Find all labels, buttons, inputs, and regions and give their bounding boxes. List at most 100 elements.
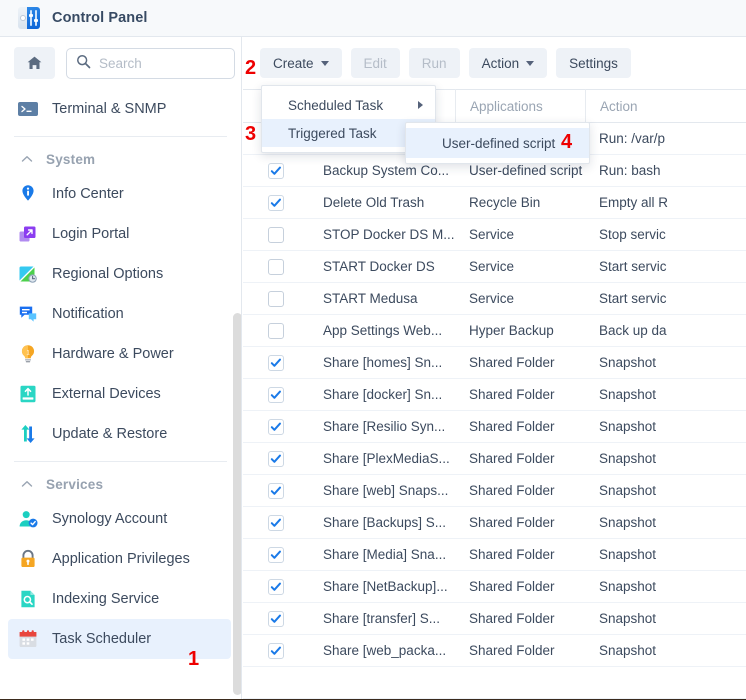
sidebar-item-info-center[interactable]: Info Center bbox=[0, 174, 241, 214]
sidebar-item-label: Task Scheduler bbox=[52, 631, 151, 647]
checkbox-unchecked[interactable] bbox=[268, 227, 284, 243]
checkbox-checked[interactable] bbox=[268, 451, 284, 467]
table-row[interactable]: Share [Media] Sna...Shared FolderSnapsho… bbox=[243, 539, 746, 571]
chevron-up-icon bbox=[20, 477, 34, 491]
table-row[interactable]: Delete Old TrashRecycle BinEmpty all R bbox=[243, 187, 746, 219]
create-button[interactable]: Create bbox=[260, 48, 342, 78]
sidebar-item-terminal-snmp[interactable]: Terminal & SNMP bbox=[0, 89, 241, 129]
settings-button[interactable]: Settings bbox=[556, 48, 631, 78]
cell-task: STOP Docker DS M... bbox=[309, 227, 455, 242]
sidebar-group-system[interactable]: System bbox=[0, 144, 241, 174]
table-row[interactable]: START MedusaServiceStart servic bbox=[243, 283, 746, 315]
sidebar-item-hardware-power[interactable]: 1 Hardware & Power bbox=[0, 334, 241, 374]
edit-button[interactable]: Edit bbox=[351, 48, 400, 78]
table-row[interactable]: App Settings Web...Hyper BackupBack up d… bbox=[243, 315, 746, 347]
table-row[interactable]: Share [Backups] S...Shared FolderSnapsho… bbox=[243, 507, 746, 539]
table-empty-row bbox=[243, 667, 746, 699]
checkbox-checked[interactable] bbox=[268, 195, 284, 211]
cell-application: Shared Folder bbox=[455, 483, 585, 498]
table-row[interactable]: Share [transfer] S...Shared FolderSnapsh… bbox=[243, 603, 746, 635]
row-checkbox-cell bbox=[243, 227, 309, 243]
sidebar-item-notification[interactable]: Notification bbox=[0, 294, 241, 334]
sidebar-group-services[interactable]: Services bbox=[0, 469, 241, 499]
checkbox-checked[interactable] bbox=[268, 515, 284, 531]
sidebar-item-label: Application Privileges bbox=[52, 551, 190, 567]
action-button[interactable]: Action bbox=[469, 48, 548, 78]
checkbox-checked[interactable] bbox=[268, 643, 284, 659]
sidebar-item-update-restore[interactable]: Update & Restore bbox=[0, 414, 241, 454]
table-row[interactable]: Share [PlexMediaS...Shared FolderSnapsho… bbox=[243, 443, 746, 475]
lock-icon bbox=[17, 548, 39, 570]
checkbox-checked[interactable] bbox=[268, 163, 284, 179]
sidebar-item-label: Login Portal bbox=[52, 226, 129, 242]
checkbox-unchecked[interactable] bbox=[268, 291, 284, 307]
search-box[interactable] bbox=[66, 48, 235, 79]
run-button[interactable]: Run bbox=[409, 48, 460, 78]
regional-options-icon bbox=[17, 263, 39, 285]
sidebar-item-synology-account[interactable]: Synology Account bbox=[0, 499, 241, 539]
column-header-action[interactable]: Action bbox=[585, 89, 746, 123]
update-restore-icon bbox=[17, 423, 39, 445]
sidebar-search-row bbox=[0, 37, 241, 89]
sidebar-item-label: Info Center bbox=[52, 186, 124, 202]
cell-action: Stop servic bbox=[585, 227, 746, 242]
table-row[interactable]: Share [web] Snaps...Shared FolderSnapsho… bbox=[243, 475, 746, 507]
sidebar-item-indexing-service[interactable]: Indexing Service bbox=[0, 579, 241, 619]
login-portal-icon bbox=[17, 223, 39, 245]
checkbox-checked[interactable] bbox=[268, 483, 284, 499]
checkbox-checked[interactable] bbox=[268, 355, 284, 371]
row-checkbox-cell bbox=[243, 579, 309, 595]
cell-action: Empty all R bbox=[585, 195, 746, 210]
sidebar-item-label: Regional Options bbox=[52, 266, 163, 282]
table-row[interactable]: Share [docker] Sn...Shared FolderSnapsho… bbox=[243, 379, 746, 411]
sidebar-item-application-privileges[interactable]: Application Privileges bbox=[0, 539, 241, 579]
hardware-power-icon: 1 bbox=[17, 343, 39, 365]
table-row[interactable]: Share [NetBackup]...Shared FolderSnapsho… bbox=[243, 571, 746, 603]
edit-button-label: Edit bbox=[364, 56, 387, 71]
cell-application: Shared Folder bbox=[455, 387, 585, 402]
create-button-label: Create bbox=[273, 56, 314, 71]
checkbox-checked[interactable] bbox=[268, 419, 284, 435]
row-checkbox-cell bbox=[243, 163, 309, 179]
sidebar-scrollbar[interactable] bbox=[233, 313, 242, 695]
checkbox-checked[interactable] bbox=[268, 387, 284, 403]
cell-action: Snapshot bbox=[585, 547, 746, 562]
info-center-icon bbox=[17, 183, 39, 205]
checkbox-checked[interactable] bbox=[268, 611, 284, 627]
run-button-label: Run bbox=[422, 56, 447, 71]
table-row[interactable]: Share [Resilio Syn...Shared FolderSnapsh… bbox=[243, 411, 746, 443]
cell-task: Share [transfer] S... bbox=[309, 611, 455, 626]
sidebar-item-login-portal[interactable]: Login Portal bbox=[0, 214, 241, 254]
menu-item-label: User-defined script bbox=[442, 136, 555, 151]
sidebar-item-regional-options[interactable]: Regional Options bbox=[0, 254, 241, 294]
menu-item-label: Scheduled Task bbox=[288, 98, 383, 113]
terminal-icon bbox=[17, 98, 39, 120]
search-input[interactable] bbox=[99, 56, 225, 71]
cell-application: Shared Folder bbox=[455, 547, 585, 562]
sidebar-item-external-devices[interactable]: External Devices bbox=[0, 374, 241, 414]
table-row[interactable]: STOP Docker DS M...ServiceStop servic bbox=[243, 219, 746, 251]
cell-action: Snapshot bbox=[585, 579, 746, 594]
checkbox-unchecked[interactable] bbox=[268, 259, 284, 275]
checkbox-checked[interactable] bbox=[268, 547, 284, 563]
checkbox-checked[interactable] bbox=[268, 579, 284, 595]
sidebar: Terminal & SNMP System bbox=[0, 37, 242, 700]
control-panel-window: Control Panel bbox=[0, 0, 746, 700]
cell-application: Shared Folder bbox=[455, 355, 585, 370]
table-row[interactable]: Share [web_packa...Shared FolderSnapshot bbox=[243, 635, 746, 667]
table-row[interactable]: START Docker DSServiceStart servic bbox=[243, 251, 746, 283]
cell-task: Share [web_packa... bbox=[309, 643, 455, 658]
cell-action: Snapshot bbox=[585, 419, 746, 434]
menu-item-scheduled-task[interactable]: Scheduled Task bbox=[262, 91, 435, 119]
chevron-right-icon bbox=[418, 101, 423, 109]
cell-task: App Settings Web... bbox=[309, 323, 455, 338]
table-row[interactable]: Share [homes] Sn...Shared FolderSnapshot bbox=[243, 347, 746, 379]
sidebar-divider-1 bbox=[14, 136, 227, 137]
chevron-down-icon bbox=[526, 61, 534, 66]
home-button[interactable] bbox=[14, 47, 55, 79]
checkbox-unchecked[interactable] bbox=[268, 323, 284, 339]
cell-task: Share [Backups] S... bbox=[309, 515, 455, 530]
cell-action: Snapshot bbox=[585, 611, 746, 626]
cell-action: Snapshot bbox=[585, 355, 746, 370]
column-header-applications[interactable]: Applications bbox=[455, 89, 585, 123]
